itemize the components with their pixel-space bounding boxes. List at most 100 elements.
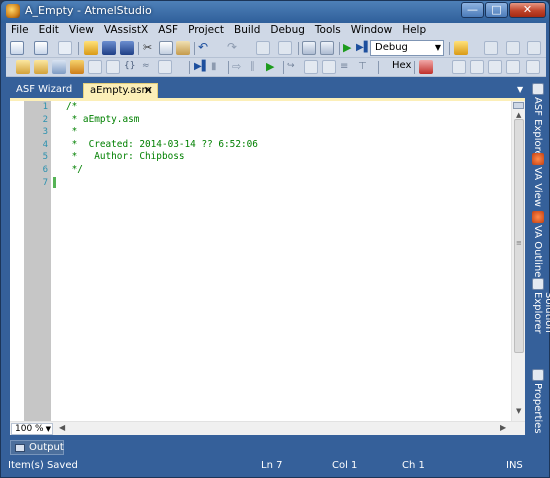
open-folder-icon[interactable] <box>34 60 48 74</box>
continue-icon[interactable]: ▶ <box>266 60 280 74</box>
split-handle-icon[interactable] <box>513 102 524 109</box>
tab-aempty-asm[interactable]: aEmpty.asm ✕ <box>83 83 158 98</box>
menu-vassistx[interactable]: VAssistX <box>99 23 153 36</box>
watch-icon[interactable] <box>452 60 466 74</box>
toolbar-separator <box>414 61 415 74</box>
output-window-icon <box>15 444 25 452</box>
open-file-icon[interactable] <box>84 41 98 55</box>
solution-platforms-icon[interactable] <box>454 41 468 55</box>
side-tab-va-outline[interactable]: VA Outline <box>530 211 546 283</box>
menu-tools[interactable]: Tools <box>310 23 346 36</box>
menu-project[interactable]: Project <box>183 23 229 36</box>
breakpoint-window-icon[interactable] <box>322 60 336 74</box>
menu-help[interactable]: Help <box>397 23 431 36</box>
io-view-icon[interactable] <box>506 60 520 74</box>
list-members-icon[interactable] <box>158 60 172 74</box>
menu-view[interactable]: View <box>64 23 99 36</box>
chevron-down-icon: ▼ <box>434 43 441 52</box>
locals-icon[interactable] <box>470 60 484 74</box>
paste-icon[interactable] <box>176 41 190 55</box>
step-over-icon[interactable]: ⇨ <box>232 60 246 74</box>
side-tab-solution-explorer[interactable]: Solution Explorer <box>530 278 550 376</box>
line-number: 5 <box>42 152 48 163</box>
minimize-button[interactable]: — <box>461 2 484 18</box>
solution-configuration-select[interactable]: Debug ▼ <box>370 40 444 56</box>
break-all-icon[interactable]: ▮ <box>211 60 225 74</box>
menu-bar: File Edit View VAssistX ASF Project Build Debug… <box>6 23 546 39</box>
redo-icon[interactable]: ↷ <box>227 41 241 55</box>
tools-icon[interactable] <box>52 60 66 74</box>
horizontal-scrollbar[interactable]: 100 % ▼ ◀ ▶ <box>10 421 525 435</box>
save-icon[interactable] <box>102 41 116 55</box>
symbol-icon[interactable] <box>88 60 102 74</box>
find-symbol-icon[interactable] <box>106 60 120 74</box>
menu-file[interactable]: File <box>6 23 34 36</box>
start-without-debugging-2-icon[interactable]: ▶▌ <box>194 60 209 74</box>
maximize-button[interactable]: □ <box>485 2 508 18</box>
side-tab-label: VA View <box>532 167 543 207</box>
menu-debug[interactable]: Debug <box>265 23 310 36</box>
tab-output[interactable]: Output <box>10 440 64 455</box>
vertical-scrollbar[interactable]: ▲ ≡ ▼ <box>511 101 525 421</box>
processor-view-icon[interactable] <box>526 60 540 74</box>
step-out-icon[interactable] <box>304 60 318 74</box>
scroll-left-icon[interactable]: ◀ <box>59 423 65 432</box>
close-button[interactable]: ✕ <box>509 2 546 18</box>
memory-icon[interactable]: ⊤ <box>358 60 372 74</box>
tab-dropdown-icon[interactable]: ▼ <box>517 85 523 94</box>
toolbar-options-icon[interactable] <box>527 41 541 55</box>
side-tab-properties[interactable]: Properties <box>530 369 546 434</box>
add-new-item-icon[interactable] <box>58 41 72 55</box>
breakpoints-icon[interactable] <box>419 60 433 74</box>
regex-icon[interactable]: {} <box>124 60 138 74</box>
save-all-icon[interactable] <box>120 41 134 55</box>
cut-icon[interactable]: ✂ <box>143 41 157 55</box>
new-project-icon[interactable] <box>10 41 24 55</box>
pause-icon[interactable]: ∥ <box>250 60 264 74</box>
configuration-value: Debug <box>375 42 408 53</box>
va-view-icon <box>532 153 544 165</box>
start-without-debugging-icon[interactable]: ▶▌ <box>356 41 371 55</box>
menu-window[interactable]: Window <box>346 23 397 36</box>
bottom-tool-tabs: Output <box>6 439 546 455</box>
title-bar[interactable]: A_Empty - AtmelStudio — □ ✕ <box>1 1 549 21</box>
close-tab-icon[interactable]: ✕ <box>144 84 153 98</box>
side-tab-va-view[interactable]: VA View <box>530 153 546 215</box>
zoom-select[interactable]: 100 % ▼ <box>11 423 53 435</box>
step-into-icon[interactable]: ↪ <box>287 60 301 74</box>
scroll-thumb[interactable] <box>514 119 524 353</box>
menu-build[interactable]: Build <box>229 23 265 36</box>
code-text[interactable]: /* * aEmpty.asm * * Created: 2014-03-14 … <box>66 101 258 177</box>
copy-icon[interactable] <box>159 41 173 55</box>
side-tab-label: Solution Explorer <box>532 292 550 334</box>
find-in-files-icon[interactable] <box>320 41 334 55</box>
application-window: A_Empty - AtmelStudio — □ ✕ File Edit View… <box>0 0 550 478</box>
navigate-backward-icon[interactable] <box>256 41 270 55</box>
indent-icon[interactable] <box>484 41 498 55</box>
menu-edit[interactable]: Edit <box>34 23 64 36</box>
start-debugging-icon[interactable]: ▶ <box>343 41 357 55</box>
add-item-icon[interactable] <box>34 41 48 55</box>
tab-asf-wizard[interactable]: ASF Wizard <box>10 83 83 98</box>
device-programming-icon[interactable] <box>302 41 316 55</box>
menu-asf[interactable]: ASF <box>153 23 183 36</box>
chevron-down-icon: ▼ <box>45 425 51 433</box>
code-line: * Author: Chipboss <box>66 151 185 163</box>
outdent-icon[interactable] <box>506 41 520 55</box>
navigate-forward-icon[interactable] <box>278 41 292 55</box>
side-tab-label: VA Outline <box>532 225 543 278</box>
registers-icon[interactable] <box>488 60 502 74</box>
disassembly-icon[interactable]: ≡ <box>340 60 354 74</box>
hex-display-button[interactable]: Hex <box>392 60 411 71</box>
undo-icon[interactable]: ↶ <box>198 41 212 55</box>
asf-wizard-icon[interactable] <box>16 60 30 74</box>
line-number: 2 <box>42 114 48 125</box>
scroll-right-icon[interactable]: ▶ <box>500 423 506 432</box>
scroll-up-icon[interactable]: ▲ <box>516 111 521 119</box>
scroll-down-icon[interactable]: ▼ <box>516 407 521 415</box>
code-line: */ <box>66 163 83 175</box>
bookmark-icon[interactable] <box>70 60 84 74</box>
window-title: A_Empty - AtmelStudio <box>25 4 152 17</box>
code-editor[interactable]: 1 2 3 4 5 6 7 /* * aEmpty.asm * * Create… <box>10 98 525 435</box>
format-icon[interactable]: ≈ <box>142 60 156 74</box>
